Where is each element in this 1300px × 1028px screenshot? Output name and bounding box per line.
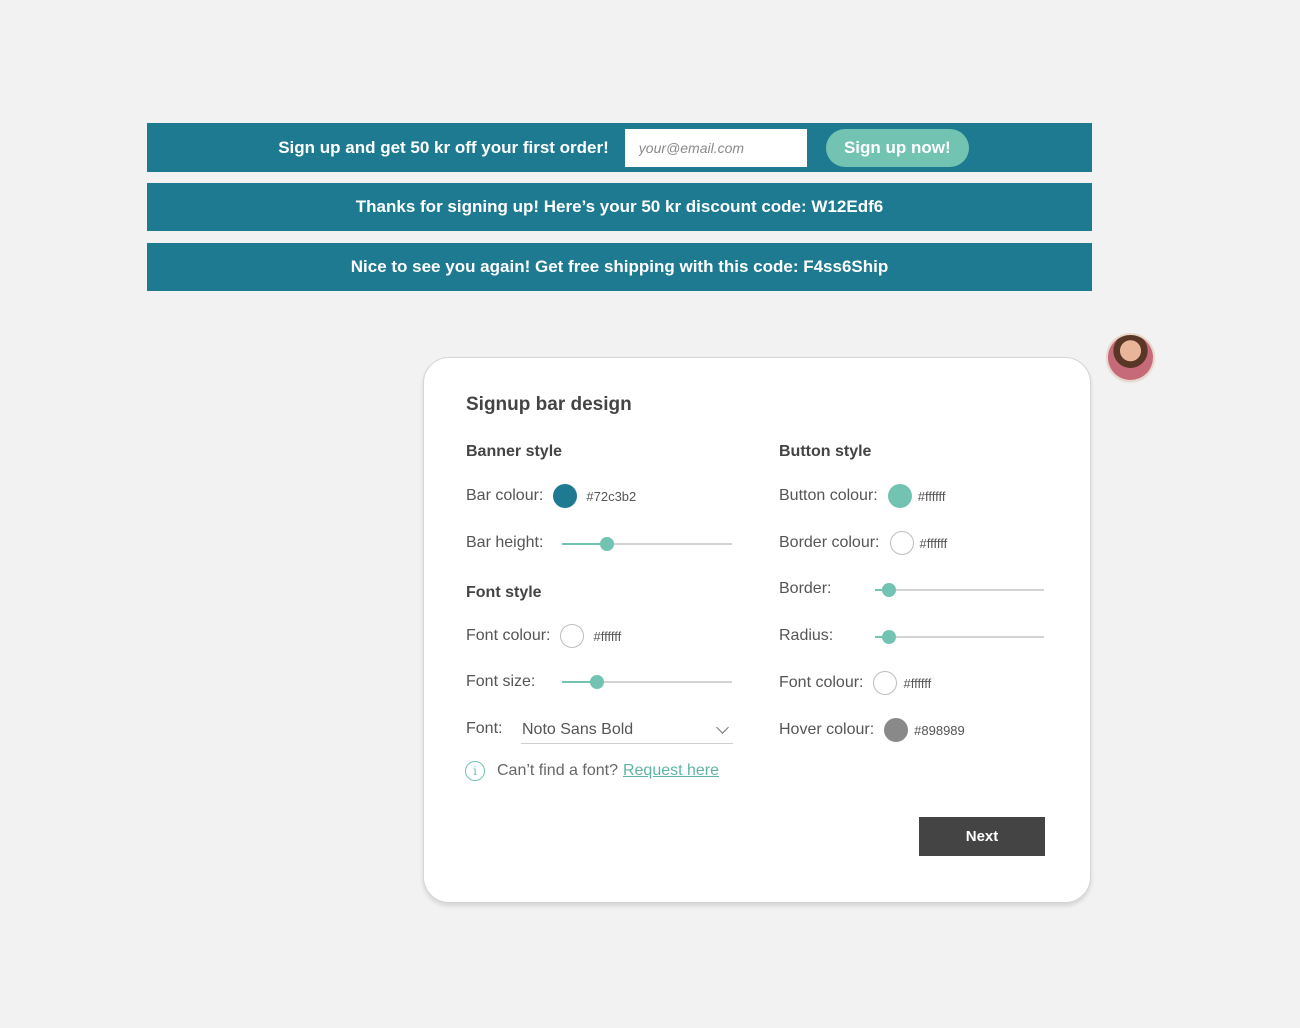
info-icon: i — [465, 761, 485, 781]
bar-colour-value: #72c3b2 — [586, 488, 637, 504]
font-style-heading: Font style — [466, 584, 542, 601]
chevron-down-icon — [716, 721, 729, 734]
slider-thumb[interactable] — [882, 630, 896, 644]
slider-track — [875, 636, 1044, 638]
font-row: Font: — [466, 715, 502, 743]
slider-thumb[interactable] — [590, 675, 605, 689]
bar-height-label: Bar height: — [466, 534, 544, 551]
thanks-banner-text: Thanks for signing up! Here’s your 50 kr… — [355, 197, 884, 216]
font-colour-label: Font colour: — [466, 627, 551, 644]
font-help-text: Can’t find a font? — [497, 762, 618, 779]
radius-label: Radius: — [779, 627, 834, 644]
hover-colour-swatch[interactable] — [884, 718, 909, 742]
font-colour-swatch[interactable] — [560, 624, 585, 648]
border-slider[interactable] — [875, 583, 1044, 597]
button-font-colour-label: Font colour: — [779, 674, 864, 691]
font-size-slider[interactable] — [562, 675, 732, 689]
bar-colour-swatch[interactable] — [553, 484, 578, 508]
returning-visitor-banner: Nice to see you again! Get free shipping… — [147, 243, 1092, 291]
button-font-colour-row: Font colour: #ffffff — [779, 669, 931, 697]
next-button[interactable]: Next — [919, 817, 1045, 856]
button-colour-swatch[interactable] — [887, 484, 912, 508]
request-font-link[interactable]: Request here — [623, 762, 719, 780]
radius-slider[interactable] — [875, 630, 1044, 644]
banner-style-heading: Banner style — [466, 443, 563, 460]
button-font-colour-value: #ffffff — [903, 675, 932, 691]
border-label: Border: — [779, 580, 832, 597]
bar-colour-row: Bar colour: #72c3b2 — [466, 482, 636, 510]
border-colour-row: Border colour: #ffffff — [779, 529, 947, 557]
border-colour-value: #ffffff — [919, 535, 948, 551]
font-select-value: Noto Sans Bold — [522, 720, 634, 738]
border-colour-label: Border colour: — [779, 534, 880, 551]
button-colour-value: #ffffff — [917, 488, 946, 504]
avatar[interactable] — [1108, 335, 1153, 380]
bar-height-slider[interactable] — [562, 537, 732, 551]
radius-row: Radius: — [779, 622, 833, 650]
hover-colour-label: Hover colour: — [779, 721, 875, 738]
button-colour-label: Button colour: — [779, 487, 878, 504]
font-size-row: Font size: — [466, 668, 535, 696]
font-colour-row: Font colour: #ffffff — [466, 622, 621, 650]
slider-thumb[interactable] — [882, 583, 896, 597]
border-colour-swatch[interactable] — [889, 531, 914, 555]
slider-thumb[interactable] — [600, 537, 615, 551]
font-label: Font: — [466, 720, 503, 737]
button-style-heading: Button style — [779, 443, 872, 460]
signup-banner: Sign up and get 50 kr off your first ord… — [147, 123, 1092, 172]
thanks-banner: Thanks for signing up! Here’s your 50 kr… — [147, 183, 1092, 231]
card-title: Signup bar design — [466, 394, 632, 415]
font-select[interactable]: Noto Sans Bold — [521, 716, 733, 744]
signup-bar-design-card: Signup bar design Banner style Bar colou… — [423, 357, 1091, 903]
sign-up-button[interactable]: Sign up now! — [825, 128, 969, 167]
returning-banner-text: Nice to see you again! Get free shipping… — [350, 257, 889, 276]
signup-banner-text: Sign up and get 50 kr off your first ord… — [278, 137, 609, 157]
button-font-colour-swatch[interactable] — [873, 671, 898, 695]
email-input[interactable] — [624, 128, 807, 167]
bar-height-row: Bar height: — [466, 529, 543, 557]
bar-colour-label: Bar colour: — [466, 487, 544, 504]
border-row: Border: — [779, 575, 831, 603]
font-size-label: Font size: — [466, 673, 536, 690]
slider-track — [875, 589, 1044, 591]
font-colour-value: #ffffff — [593, 628, 622, 644]
font-help-row: i Can’t find a font? Request here — [465, 761, 719, 781]
hover-colour-value: #898989 — [914, 722, 965, 738]
button-colour-row: Button colour: #ffffff — [779, 482, 945, 510]
hover-colour-row: Hover colour: #898989 — [779, 716, 965, 744]
